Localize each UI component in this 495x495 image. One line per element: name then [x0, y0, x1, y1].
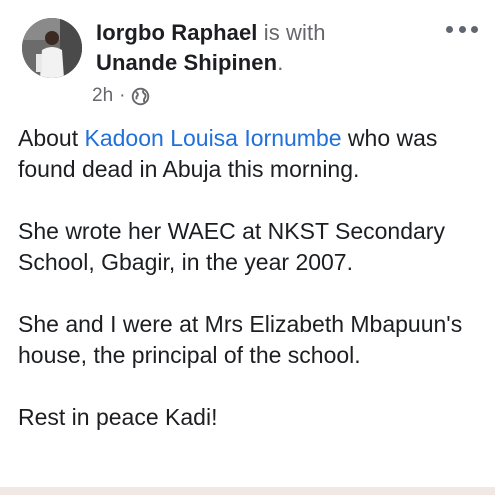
post-paragraph: She wrote her WAEC at NKST Secondary Sch… [18, 218, 445, 275]
more-options-icon[interactable] [446, 22, 478, 36]
post-paragraph: Rest in peace Kadi! [18, 404, 218, 430]
more-dot [458, 25, 466, 33]
post-meta: 2h · [92, 83, 150, 109]
avatar[interactable] [22, 18, 82, 78]
post-body: About Kadoon Louisa Iornumbe who was fou… [18, 123, 478, 464]
with-text: is with [263, 20, 326, 45]
mention-link[interactable]: Kadoon Louisa Iornumbe [85, 125, 342, 151]
paragraph-prefix: About [18, 125, 85, 151]
post-header: Iorgbo Raphael is with Unande Shipinen. … [0, 0, 495, 120]
meta-separator: · [119, 85, 126, 106]
post-timestamp[interactable]: 2h [92, 83, 113, 109]
post-paragraph: About Kadoon Louisa Iornumbe who was fou… [18, 123, 478, 185]
profile-photo [22, 18, 82, 78]
tagged-name[interactable]: Unande Shipinen [96, 50, 277, 75]
more-dot [446, 25, 453, 33]
post-author-line: Iorgbo Raphael is with Unande Shipinen. [96, 18, 426, 78]
tagged-suffix: . [277, 50, 284, 75]
post-paragraph: She and I were at Mrs Elizabeth Mbapuun'… [18, 311, 463, 368]
author-name[interactable]: Iorgbo Raphael [96, 20, 258, 45]
post-bottom-divider [0, 487, 495, 495]
more-dot [471, 25, 478, 33]
globe-icon[interactable] [131, 87, 150, 106]
